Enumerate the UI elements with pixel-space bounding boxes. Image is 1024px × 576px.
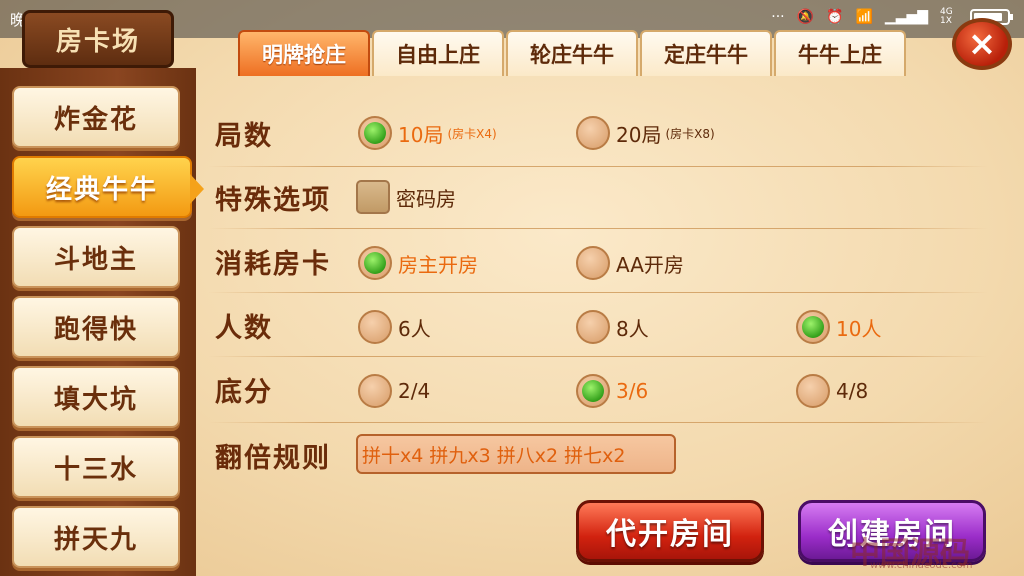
- radio-icon: [576, 246, 610, 280]
- network-label: 4G 1X: [940, 7, 953, 26]
- base-score-label: 底分: [215, 377, 273, 408]
- divider: [208, 356, 988, 357]
- sidebar-item[interactable]: 填大坑: [12, 366, 180, 428]
- more-icon: ···: [771, 9, 785, 25]
- password-room-checkbox[interactable]: 密码房: [356, 180, 456, 214]
- sidebar-item[interactable]: 十三水: [12, 436, 180, 498]
- sidebar-item[interactable]: 炸金花: [12, 86, 180, 148]
- radio-icon: [576, 116, 610, 150]
- sidebar-item[interactable]: 经典牛牛: [12, 156, 204, 218]
- divider: [208, 228, 988, 229]
- tab[interactable]: 自由上庄: [372, 30, 504, 76]
- radio-icon: [358, 116, 392, 150]
- close-button[interactable]: ×: [952, 18, 1012, 70]
- double-rule-field[interactable]: 拼十x4 拼九x3 拼八x2 拼七x2: [356, 434, 676, 474]
- watermark-url: www.chinacode.com: [870, 560, 973, 571]
- special-label: 特殊选项: [215, 185, 331, 216]
- radio-icon: [576, 374, 610, 408]
- radio-icon: [796, 310, 830, 344]
- players-option-10[interactable]: 10人: [796, 310, 881, 344]
- double-rule-label: 翻倍规则: [215, 443, 331, 474]
- rounds-label: 局数: [215, 121, 273, 152]
- players-option-8[interactable]: 8人: [576, 310, 649, 344]
- signal-icon: ▁▃▅▇: [884, 9, 928, 25]
- mute-icon: 🔕: [796, 9, 815, 25]
- wifi-icon: 📶: [855, 9, 873, 25]
- proxy-open-room-button[interactable]: 代开房间: [576, 500, 764, 562]
- cost-option-aa[interactable]: AA开房: [576, 246, 684, 280]
- radio-icon: [358, 310, 392, 344]
- players-label: 人数: [215, 313, 273, 344]
- base-score-option-2-4[interactable]: 2/4: [358, 374, 430, 408]
- players-option-6[interactable]: 6人: [358, 310, 431, 344]
- game-screen: 晚上11:00 ··· 🔕 ⏰ 📶 ▁▃▅▇ 4G 1X 房卡场 炸金花经典牛牛…: [0, 0, 1024, 576]
- divider: [208, 292, 988, 293]
- cost-option-owner[interactable]: 房主开房: [358, 246, 478, 280]
- rounds-option-20[interactable]: 20局 (房卡X8): [576, 116, 715, 150]
- base-score-option-4-8[interactable]: 4/8: [796, 374, 868, 408]
- rounds-option-10[interactable]: 10局 (房卡X4): [358, 116, 497, 150]
- tab[interactable]: 牛牛上庄: [774, 30, 906, 76]
- tab[interactable]: 明牌抢庄: [238, 30, 370, 76]
- page-title: 房卡场: [22, 10, 174, 68]
- radio-icon: [358, 374, 392, 408]
- base-score-option-3-6[interactable]: 3/6: [576, 374, 648, 408]
- sidebar-item[interactable]: 跑得快: [12, 296, 180, 358]
- divider: [208, 422, 988, 423]
- radio-icon: [576, 310, 610, 344]
- checkbox-icon: [356, 180, 390, 214]
- sidebar-item[interactable]: 拼天九: [12, 506, 180, 568]
- close-icon: ×: [967, 24, 997, 64]
- radio-icon: [358, 246, 392, 280]
- cost-label: 消耗房卡: [215, 249, 331, 280]
- tab[interactable]: 定庄牛牛: [640, 30, 772, 76]
- radio-icon: [796, 374, 830, 408]
- tab[interactable]: 轮庄牛牛: [506, 30, 638, 76]
- divider: [208, 166, 988, 167]
- alarm-icon: ⏰: [826, 9, 844, 25]
- sidebar-item[interactable]: 斗地主: [12, 226, 180, 288]
